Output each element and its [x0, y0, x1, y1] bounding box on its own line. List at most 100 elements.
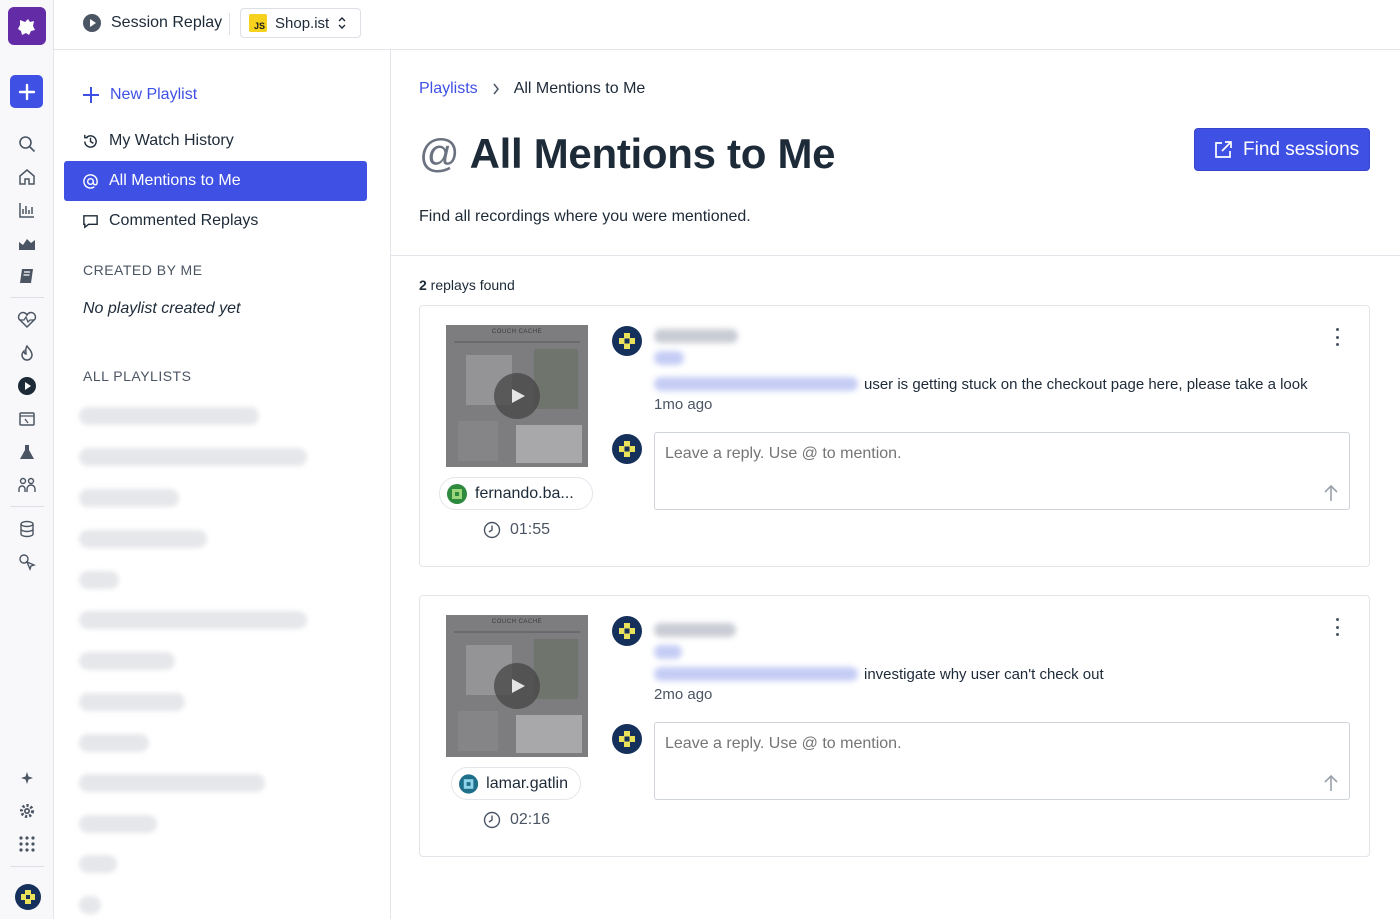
created-empty-message: No playlist created yet [83, 300, 241, 317]
reply-input[interactable] [654, 432, 1350, 510]
apm-icon[interactable] [15, 308, 39, 332]
comment-text: investigate why user can't check out [864, 666, 1104, 683]
page-title: @ All Mentions to Me [419, 130, 836, 178]
reply-input[interactable] [654, 722, 1350, 800]
quick-create-button[interactable] [10, 75, 43, 108]
sidebar-item-label: My Watch History [109, 132, 234, 149]
redacted-playlist-item[interactable] [79, 774, 265, 792]
teams-icon[interactable] [15, 473, 39, 497]
home-icon[interactable] [15, 165, 39, 189]
all-playlists-heading: ALL PLAYLISTS [83, 368, 192, 384]
replay-thumbnail[interactable]: COUCH CACHE [446, 615, 588, 757]
history-icon [84, 134, 97, 148]
database-icon[interactable] [15, 517, 39, 541]
redacted-playlist-item[interactable] [79, 815, 157, 833]
redacted-playlist-item[interactable] [79, 734, 149, 752]
replay-duration: 02:16 [483, 811, 550, 829]
play-icon[interactable] [494, 663, 540, 709]
chevron-updown-icon [338, 17, 346, 29]
page-subtitle: Find all recordings where you were menti… [419, 208, 751, 225]
chevron-right-icon [493, 83, 499, 95]
dog-logo-icon [18, 19, 35, 35]
redacted-playlist-item[interactable] [79, 652, 175, 670]
user-name: fernando.ba... [475, 484, 574, 502]
sidebar-item-commented-replays[interactable]: Commented Replays [64, 201, 367, 241]
replay-thumbnail[interactable]: COUCH CACHE [446, 325, 588, 467]
breadcrumb-playlists-link[interactable]: Playlists [419, 80, 478, 98]
redacted-commenter-name [654, 623, 736, 637]
comment-timestamp: 1mo ago [654, 396, 713, 413]
replay-duration: 01:55 [483, 521, 550, 539]
security-icon[interactable] [15, 341, 39, 365]
user-avatar-icon [459, 773, 479, 794]
send-arrow-icon[interactable] [1322, 483, 1340, 503]
session-replay-icon[interactable] [8, 371, 46, 401]
datadog-logo[interactable] [8, 7, 46, 45]
sparkle-icon[interactable] [15, 766, 39, 790]
integrations-icon[interactable] [15, 550, 39, 574]
notebook-icon[interactable] [15, 264, 39, 288]
user-pill[interactable]: fernando.ba... [439, 477, 593, 510]
send-arrow-icon[interactable] [1322, 773, 1340, 793]
dashboards-icon[interactable] [15, 198, 39, 222]
apps-grid-icon[interactable] [15, 832, 39, 856]
at-sign-icon: @ [419, 131, 460, 176]
find-sessions-button[interactable]: Find sessions [1194, 128, 1370, 171]
commenter-avatar [612, 326, 642, 356]
user-name: lamar.gatlin [486, 774, 568, 792]
breadcrumb: Playlists All Mentions to Me [419, 80, 645, 98]
plus-icon [83, 87, 99, 103]
comment-timestamp: 2mo ago [654, 686, 713, 703]
replay-count: 2 replays found [419, 277, 515, 293]
new-playlist-label: New Playlist [110, 86, 198, 103]
comment-text: user is getting stuck on the checkout pa… [864, 376, 1308, 393]
find-sessions-label: Find sessions [1243, 138, 1360, 160]
user-avatar-icon [447, 483, 467, 504]
external-link-icon [1215, 140, 1232, 158]
replay-card: COUCH CACHE fernando.ba... 01:55 user is… [419, 305, 1370, 567]
new-playlist-button[interactable]: New Playlist [64, 75, 367, 115]
product-title: Session Replay [82, 13, 222, 33]
redacted-playlist-item[interactable] [79, 611, 307, 629]
redacted-playlist-item[interactable] [79, 489, 179, 507]
commenter-avatar [612, 616, 642, 646]
current-user-avatar [612, 434, 642, 464]
redacted-playlist-item[interactable] [79, 530, 207, 548]
page-header: Playlists All Mentions to Me @ All Menti… [391, 50, 1400, 256]
infrastructure-icon[interactable] [15, 231, 39, 255]
page-title-text: All Mentions to Me [469, 130, 836, 177]
application-selector[interactable]: JS Shop.ist [240, 8, 361, 38]
redacted-mention [654, 351, 684, 365]
redacted-mention [654, 667, 858, 681]
more-options-icon[interactable] [1334, 328, 1340, 346]
clock-icon [483, 521, 501, 539]
js-app-icon: JS [249, 14, 267, 32]
search-icon[interactable] [15, 132, 39, 156]
play-icon[interactable] [494, 373, 540, 419]
redacted-playlist-item[interactable] [79, 693, 185, 711]
redacted-playlist-item[interactable] [79, 407, 259, 425]
redacted-playlist-item[interactable] [79, 855, 117, 873]
breadcrumb-current: All Mentions to Me [513, 80, 646, 97]
more-options-icon[interactable] [1334, 618, 1340, 636]
gear-icon[interactable] [15, 799, 39, 823]
sidebar-item-watch-history[interactable]: My Watch History [64, 121, 367, 161]
redacted-playlist-item[interactable] [79, 448, 307, 466]
at-sign-icon [83, 173, 98, 189]
comment-icon [83, 214, 98, 229]
main-content: Playlists All Mentions to Me @ All Menti… [391, 50, 1400, 919]
sidebar-item-label: All Mentions to Me [109, 172, 241, 189]
redacted-playlist-item[interactable] [79, 896, 101, 914]
redacted-playlist-item[interactable] [79, 571, 119, 589]
nav-rail [0, 0, 54, 919]
product-label: Session Replay [111, 14, 223, 31]
user-pill[interactable]: lamar.gatlin [451, 767, 581, 800]
sidebar-item-all-mentions[interactable]: All Mentions to Me [64, 161, 367, 201]
redacted-mention [654, 377, 858, 391]
user-avatar[interactable] [15, 884, 41, 910]
sidebar-item-label: Commented Replays [109, 212, 259, 229]
replay-card: COUCH CACHE lamar.gatlin 02:16 investiga… [419, 595, 1370, 857]
synthetics-icon[interactable] [15, 407, 39, 431]
application-name: Shop.ist [275, 14, 330, 32]
ci-visibility-icon[interactable] [15, 440, 39, 464]
